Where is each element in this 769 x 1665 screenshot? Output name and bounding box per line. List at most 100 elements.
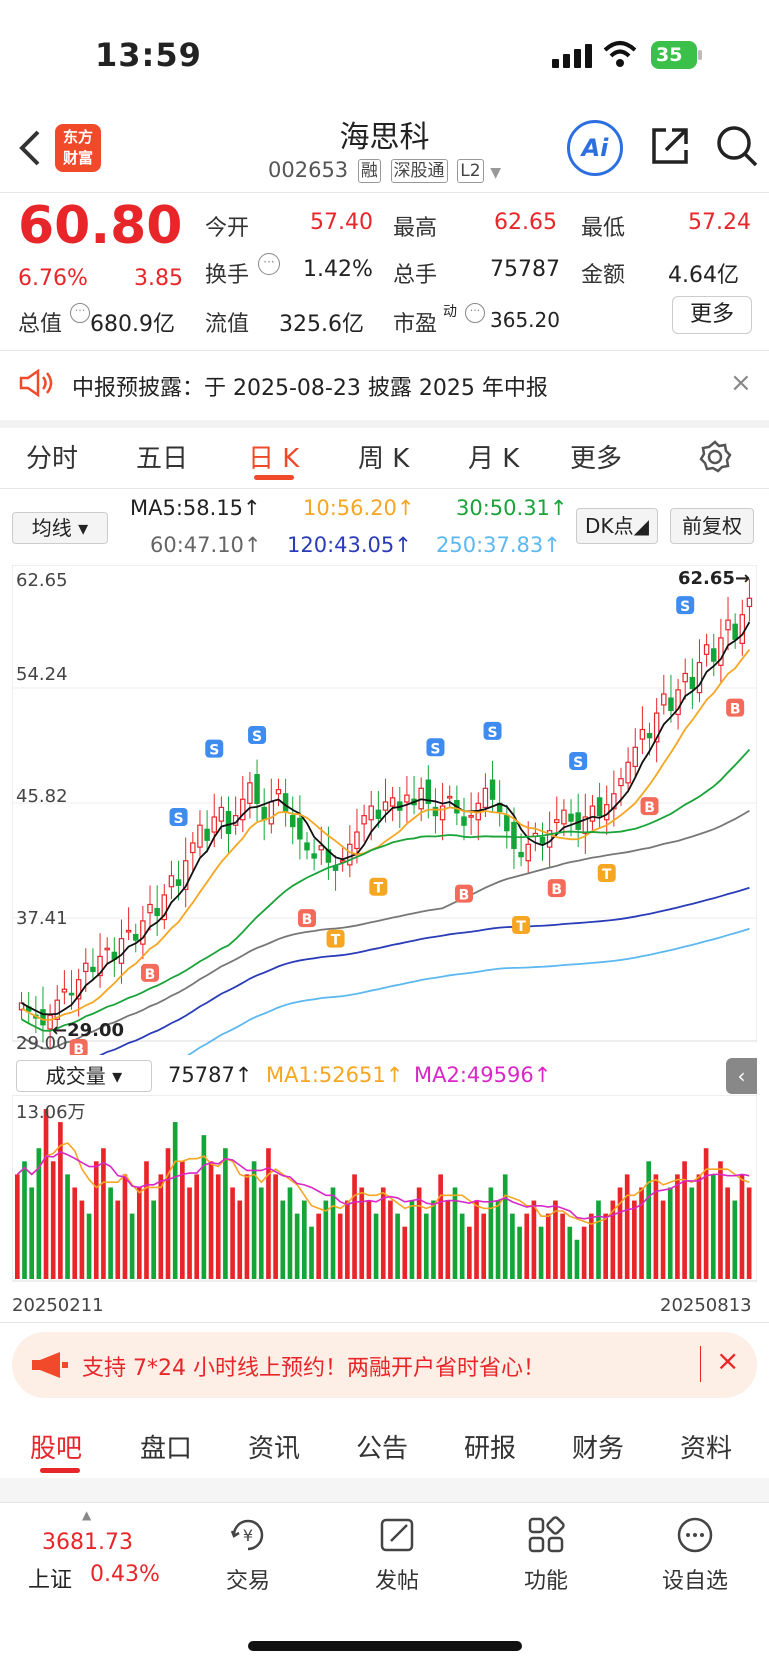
volume-bar bbox=[86, 1213, 92, 1279]
ma5-value: MA5:58.15↑ bbox=[130, 496, 261, 520]
volume-bar bbox=[718, 1161, 723, 1279]
banner-close-icon[interactable]: × bbox=[716, 1344, 739, 1377]
volume-ma2: MA2:49596↑ bbox=[414, 1063, 552, 1087]
tab-profile[interactable]: 资料 bbox=[680, 1428, 732, 1465]
dk-point-button[interactable]: DK点◢ bbox=[576, 508, 658, 544]
volume-bar bbox=[732, 1200, 738, 1279]
low-label: 最低 bbox=[581, 216, 626, 241]
tab-intraday[interactable]: 分时 bbox=[26, 438, 78, 475]
volume-bar bbox=[696, 1174, 702, 1279]
volume-bar bbox=[273, 1174, 278, 1279]
volume-bar bbox=[402, 1226, 408, 1279]
volume-bar bbox=[689, 1187, 695, 1279]
svg-text:B: B bbox=[459, 888, 470, 904]
mktcap-label: 总值 bbox=[18, 312, 63, 337]
notice-text[interactable]: 中报预披露：于 2025-08-23 披露 2025 年中报 bbox=[72, 370, 548, 402]
volume-bar bbox=[172, 1122, 178, 1279]
nav-post[interactable]: 发帖 bbox=[347, 1515, 447, 1595]
share-icon[interactable] bbox=[648, 124, 692, 168]
tab-announcements[interactable]: 公告 bbox=[356, 1428, 408, 1465]
tab-research[interactable]: 研报 bbox=[464, 1428, 516, 1465]
volume-bar bbox=[187, 1187, 192, 1279]
settings-icon[interactable] bbox=[698, 440, 732, 474]
signal-s-marker: S bbox=[426, 738, 445, 757]
tab-weekly-k[interactable]: 周 K bbox=[358, 438, 409, 475]
signal-t-marker: T bbox=[326, 929, 345, 949]
search-icon[interactable] bbox=[715, 124, 759, 168]
ma30-value: 30:50.31↑ bbox=[456, 496, 568, 520]
nav-functions[interactable]: 功能 bbox=[496, 1515, 596, 1595]
candle-body bbox=[225, 810, 232, 835]
tab-daily-k[interactable]: 日 K bbox=[248, 438, 299, 475]
index-change[interactable]: 0.43% bbox=[90, 1562, 160, 1587]
index-arrow-icon: ▲ bbox=[82, 1508, 92, 1522]
edit-icon bbox=[380, 1518, 414, 1552]
turnover-info-icon[interactable]: ··· bbox=[258, 253, 280, 275]
tab-finance[interactable]: 财务 bbox=[572, 1428, 624, 1465]
volume-bar bbox=[467, 1226, 472, 1279]
nav-trade[interactable]: ¥ 交易 bbox=[198, 1515, 298, 1595]
ma120-value: 120:43.05↑ bbox=[287, 533, 412, 557]
caret-down-icon[interactable]: ▼ bbox=[490, 165, 501, 181]
volume-bar bbox=[158, 1174, 164, 1279]
volume-bar bbox=[165, 1148, 171, 1279]
collapse-button[interactable]: ‹ bbox=[726, 1058, 757, 1094]
volume-current: 75787↑ bbox=[168, 1063, 253, 1087]
adjust-button[interactable]: 前复权 bbox=[670, 508, 754, 544]
tab-more[interactable]: 更多 bbox=[570, 438, 622, 475]
svg-text:T: T bbox=[374, 881, 384, 897]
volume-bar bbox=[739, 1174, 745, 1279]
volume-bar bbox=[646, 1161, 652, 1279]
more-button[interactable]: 更多 bbox=[672, 296, 752, 334]
candle-body bbox=[204, 828, 210, 841]
volume-bar bbox=[502, 1174, 508, 1279]
volume-bar bbox=[517, 1226, 522, 1279]
volume-bar bbox=[445, 1200, 451, 1279]
volume-bar bbox=[122, 1174, 128, 1279]
volume-bar bbox=[603, 1213, 608, 1279]
ai-button[interactable]: Ai bbox=[567, 120, 623, 176]
svg-text:T: T bbox=[331, 933, 341, 949]
candle-body bbox=[118, 938, 125, 964]
volume-bar bbox=[431, 1200, 436, 1279]
index-name[interactable]: 上证 bbox=[28, 1562, 72, 1594]
promo-banner[interactable]: 支持 7*24 小时线上预约！两融开户省时省心！ × bbox=[12, 1332, 757, 1398]
tab-orderbook[interactable]: 盘口 bbox=[140, 1428, 192, 1465]
candle-body bbox=[197, 824, 203, 848]
mktcap-info-icon[interactable]: ··· bbox=[70, 303, 90, 323]
y-tick-0: 62.65 bbox=[16, 570, 68, 591]
volume-bar bbox=[653, 1174, 659, 1279]
tab-news[interactable]: 资讯 bbox=[248, 1428, 300, 1465]
indicator-select[interactable]: 均线 ▾ bbox=[12, 512, 108, 544]
tab-forum[interactable]: 股吧 bbox=[30, 1428, 82, 1465]
candle-body bbox=[175, 879, 182, 886]
signal-s-marker: S bbox=[483, 721, 502, 741]
volume-bar bbox=[574, 1239, 580, 1279]
volume-bar bbox=[65, 1174, 70, 1279]
kline-chart[interactable]: B B S S S B T T S B S T B S T B S B bbox=[12, 565, 757, 1055]
volume-chart[interactable] bbox=[12, 1095, 757, 1295]
volume-value: 75787 bbox=[490, 257, 560, 282]
volume-bar bbox=[136, 1187, 142, 1279]
candle-body bbox=[104, 947, 110, 951]
pe-info-icon[interactable]: ··· bbox=[465, 303, 485, 323]
tab-five-day[interactable]: 五日 bbox=[136, 438, 188, 475]
volume-bar bbox=[538, 1226, 544, 1279]
volume-bar bbox=[43, 1109, 49, 1279]
volume-bar bbox=[373, 1213, 379, 1279]
nav-add-watchlist[interactable]: 设自选 bbox=[645, 1515, 745, 1595]
candle-body bbox=[154, 908, 160, 917]
volume-bar bbox=[251, 1161, 257, 1279]
close-icon[interactable]: × bbox=[730, 368, 752, 398]
candle-body bbox=[268, 801, 275, 825]
candle-body bbox=[140, 920, 146, 945]
volume-bar bbox=[301, 1200, 307, 1279]
ma60-line bbox=[21, 809, 750, 1050]
open-value: 57.40 bbox=[310, 210, 373, 235]
volume-select[interactable]: 成交量 ▾ bbox=[16, 1060, 152, 1092]
svg-text:S: S bbox=[430, 741, 440, 757]
index-value[interactable]: 3681.73 bbox=[42, 1530, 133, 1555]
tab-monthly-k[interactable]: 月 K bbox=[468, 438, 519, 475]
candle-body bbox=[725, 619, 731, 631]
volume-bar bbox=[287, 1187, 293, 1279]
